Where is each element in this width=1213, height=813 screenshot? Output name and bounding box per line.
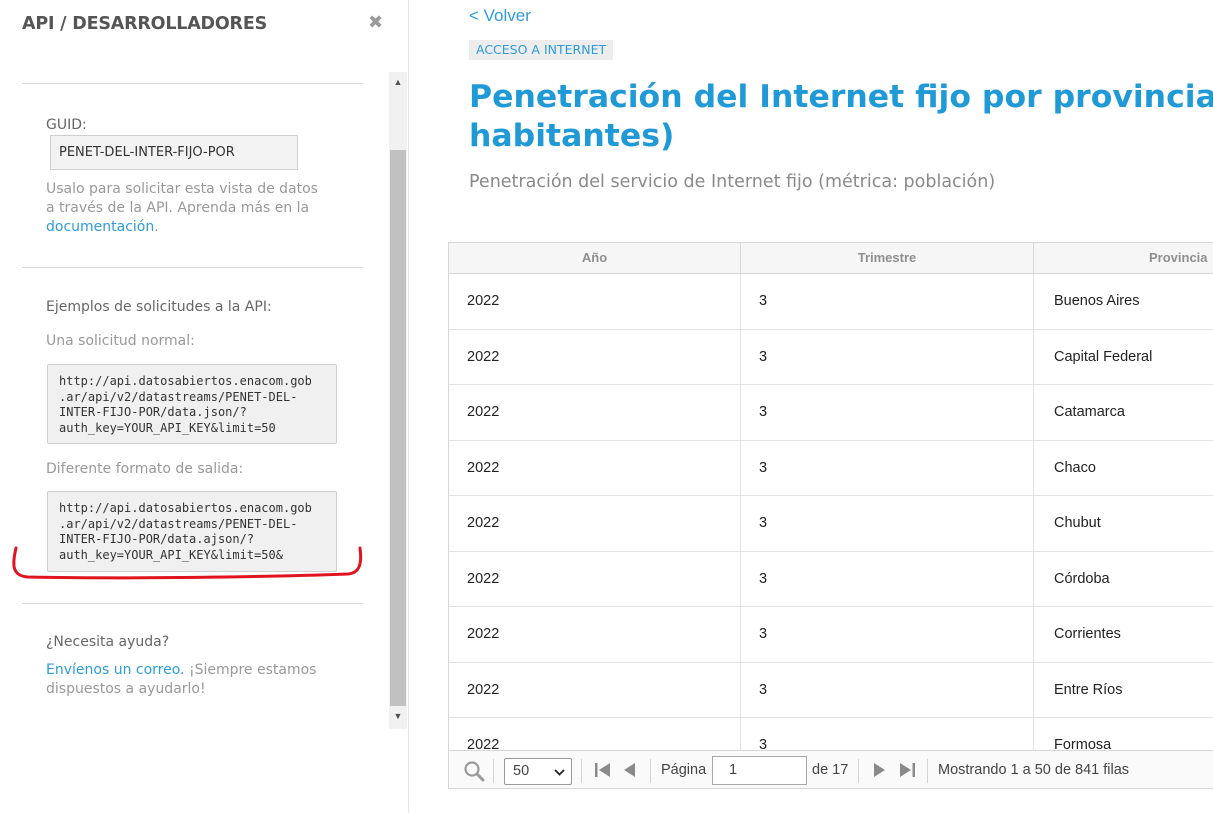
divider [22, 267, 363, 268]
table-row[interactable]: 2022 3 Entre Ríos [449, 662, 1213, 718]
cell-year: 2022 [449, 551, 741, 607]
cell-year: 2022 [449, 329, 741, 385]
red-underline-annotation [12, 546, 363, 580]
examples-title: Ejemplos de solicitudes a la API: [46, 299, 272, 315]
cell-year: 2022 [449, 385, 741, 440]
close-icon[interactable]: ✖ [368, 12, 383, 33]
cell-province: Chaco [1054, 459, 1096, 476]
toolbar-divider [858, 759, 859, 783]
toolbar-divider [650, 759, 651, 783]
cell-quarter: 3 [741, 440, 1034, 496]
page-title-line-1: Penetración del Internet fijo por provin… [469, 79, 1213, 115]
normal-request-code[interactable]: http://api.datosabiertos.enacom.gob .ar/… [47, 364, 337, 444]
help-text-1: ¡Siempre estamos [184, 662, 317, 678]
page-title-line-2: habitantes) [469, 118, 675, 154]
cell-year: 2022 [449, 718, 741, 750]
back-link[interactable]: < Volver [469, 6, 531, 26]
cell-year: 2022 [449, 607, 741, 662]
page-label: Página [661, 762, 707, 778]
table-row[interactable]: 2022 3 Chaco [449, 440, 1213, 496]
cell-province: Chubut [1054, 515, 1101, 531]
category-tag[interactable]: ACCESO A INTERNET [469, 40, 614, 60]
cell-year: 2022 [449, 662, 741, 718]
page-size-value: 50 [513, 763, 530, 779]
format-label: Diferente formato de salida: [46, 461, 244, 477]
toolbar-divider [581, 759, 582, 783]
cell-province: Capital Federal [1054, 348, 1153, 365]
table-row[interactable]: 2022 3 Buenos Aires [449, 274, 1213, 330]
grid-body: 2022 3 Buenos Aires 2022 3 Capital Federal 202… [449, 274, 1213, 750]
cell-quarter: 3 [741, 329, 1034, 385]
cell-quarter: 3 [741, 496, 1034, 551]
search-icon[interactable] [463, 760, 485, 782]
divider [22, 603, 363, 604]
cell-quarter: 3 [741, 718, 1034, 750]
page-size-select[interactable]: 50 [504, 758, 572, 785]
page-subtitle: Penetración del servicio de Internet fij… [469, 172, 996, 192]
page-count-label: de 17 [812, 762, 849, 778]
email-link[interactable]: Envíenos un correo. [46, 662, 185, 678]
cell-province: Formosa [1054, 737, 1112, 750]
help-title: ¿Necesita ayuda? [46, 634, 170, 650]
cell-province: Córdoba [1054, 570, 1110, 587]
divider [22, 83, 363, 84]
panel-title: API / DESARROLLADORES [22, 14, 267, 34]
documentation-link[interactable]: documentación [46, 219, 154, 235]
cell-province: Entre Ríos [1054, 681, 1123, 698]
page-number-input[interactable]: 1 [712, 756, 807, 785]
cell-year: 2022 [449, 496, 741, 551]
scroll-up-icon[interactable]: ▲ [389, 74, 407, 90]
grid-header: Año Trimestre Provincia [449, 243, 1213, 274]
rows-summary: Mostrando 1 a 50 de 841 filas [938, 762, 1130, 778]
usage-line-2: a través de la API. Aprenda más en la [46, 200, 310, 216]
cell-province: Catamarca [1054, 404, 1125, 420]
column-header-province[interactable]: Provincia [1034, 243, 1213, 273]
chevron-down-icon [554, 769, 565, 776]
first-page-icon[interactable] [595, 763, 611, 777]
help-text-2: dispuestos a ayudarlo! [46, 681, 206, 697]
table-row[interactable]: 2022 3 Chubut [449, 496, 1213, 552]
toolbar-divider [927, 759, 928, 783]
column-header-quarter[interactable]: Trimestre [741, 243, 1034, 273]
toolbar-divider [493, 759, 494, 783]
column-header-year[interactable]: Año [449, 243, 741, 273]
usage-end: . [154, 219, 159, 235]
prev-page-icon[interactable] [623, 763, 635, 777]
cell-year: 2022 [449, 440, 741, 496]
scroll-down-icon[interactable]: ▼ [389, 708, 407, 724]
guid-label: GUID: [46, 117, 87, 133]
data-grid: Año Trimestre Provincia 2022 3 Buenos Aire… [448, 242, 1213, 789]
table-row[interactable]: 2022 3 Catamarca [449, 385, 1213, 441]
cell-quarter: 3 [741, 662, 1034, 718]
scrollbar-thumb[interactable] [390, 150, 406, 706]
cell-quarter: 3 [741, 607, 1034, 662]
table-row[interactable]: 2022 3 Formosa [449, 718, 1213, 750]
cell-quarter: 3 [741, 551, 1034, 607]
usage-line-1: Usalo para solicitar esta vista de datos [46, 181, 318, 197]
table-row[interactable]: 2022 3 Capital Federal [449, 329, 1213, 385]
cell-quarter: 3 [741, 274, 1034, 329]
cell-year: 2022 [449, 274, 741, 329]
guid-field[interactable]: PENET-DEL-INTER-FIJO-POR [50, 135, 298, 170]
cell-quarter: 3 [741, 385, 1034, 440]
page-title: Penetración del Internet fijo por provin… [469, 78, 1213, 156]
api-developers-panel: API / DESARROLLADORES ✖ GUID: PENET-DEL-… [0, 0, 409, 813]
cell-province: Buenos Aires [1054, 293, 1140, 309]
help-text: Envíenos un correo. ¡Siempre estamos dis… [46, 661, 316, 699]
table-row[interactable]: 2022 3 Córdoba [449, 551, 1213, 607]
table-row[interactable]: 2022 3 Corrientes [449, 607, 1213, 663]
cell-province: Corrientes [1054, 626, 1121, 642]
next-page-icon[interactable] [874, 763, 886, 777]
usage-text: Usalo para solicitar esta vista de datos… [46, 180, 318, 237]
pagination-toolbar: 50 Página 1 de 17 Mostrando 1 a 50 de 84… [449, 750, 1213, 788]
last-page-icon[interactable] [899, 763, 915, 777]
normal-request-label: Una solicitud normal: [46, 333, 195, 349]
